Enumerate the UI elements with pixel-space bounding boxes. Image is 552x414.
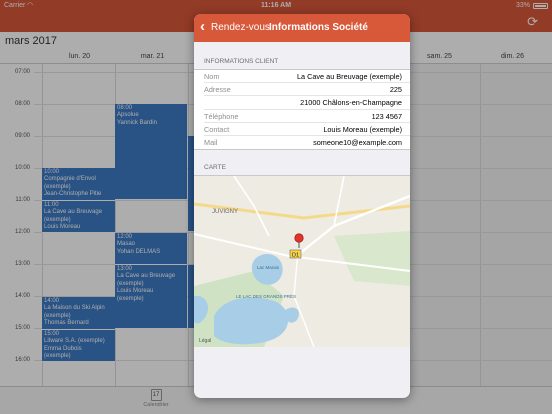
- row-label: Adresse: [204, 85, 231, 95]
- back-button[interactable]: Rendez-vous: [211, 22, 270, 33]
- map-canvas[interactable]: D1 JUVIGNY Lac Marais LE LAC DES GRANDS …: [194, 176, 410, 348]
- row-label: Téléphone: [204, 111, 239, 121]
- route-marker: D1: [292, 252, 299, 258]
- row-label: Mail: [204, 137, 218, 147]
- location-map[interactable]: D1 JUVIGNY Lac Marais LE LAC DES GRANDS …: [194, 175, 410, 348]
- map-place-label: JUVIGNY: [212, 209, 238, 215]
- map-legal-link: Légal: [199, 338, 211, 344]
- row-name: Nom La Cave au Breuvage (exemple): [204, 70, 410, 84]
- map-section-header: CARTE: [204, 164, 226, 172]
- row-value: La Cave au Breuvage (exemple): [296, 72, 402, 81]
- row-value: 225: [389, 85, 402, 95]
- row-phone[interactable]: Téléphone 123 4567: [204, 110, 410, 123]
- row-label: Contact: [204, 124, 230, 134]
- map-lake-label: LE LAC DES GRANDS PRÉS: [236, 293, 296, 299]
- map-pin-icon[interactable]: [294, 233, 304, 243]
- client-info-table: Nom La Cave au Breuvage (exemple) Adress…: [194, 69, 410, 151]
- row-mail[interactable]: Mail someone10@example.com: [204, 136, 410, 149]
- row-value: 123 4567: [371, 111, 402, 121]
- client-section-header: INFORMATIONS CLIENT: [204, 58, 279, 65]
- company-info-popover: ‹ Rendez-vous Informations Société INFOR…: [194, 14, 410, 398]
- row-address-city[interactable]: 21000 Châlons-en-Champagne: [204, 96, 410, 110]
- row-label: Nom: [204, 72, 220, 81]
- row-value: Louis Moreau (exemple): [323, 124, 402, 134]
- row-value: 21000 Châlons-en-Champagne: [300, 98, 402, 108]
- row-contact[interactable]: Contact Louis Moreau (exemple): [204, 123, 410, 136]
- popover-title: Informations Société: [269, 22, 368, 33]
- map-lake-label: Lac Marais: [257, 265, 280, 270]
- chevron-left-icon[interactable]: ‹: [200, 18, 205, 35]
- popover-navbar: ‹ Rendez-vous Informations Société: [194, 14, 410, 42]
- row-value: someone10@example.com: [313, 137, 402, 147]
- row-address[interactable]: Adresse 225: [204, 83, 410, 97]
